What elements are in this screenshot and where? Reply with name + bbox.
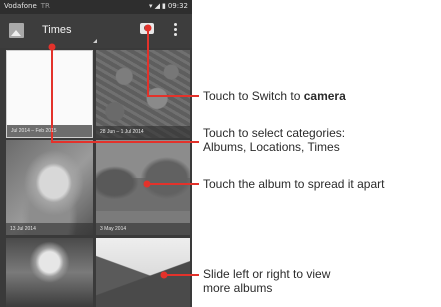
spread-callout-text: Touch the album to spread it apart: [203, 177, 385, 191]
slide-callout-line1: Slide left or right to view: [203, 267, 331, 281]
album-date-label: Jul 2014 – Feb 2015: [11, 128, 57, 134]
slide-callout: Slide left or right to view more albums: [203, 267, 330, 295]
spread-callout: Touch the album to spread it apart: [203, 177, 384, 191]
camera-callout-line: [147, 28, 199, 97]
album-date-label: 28 Jun – 1 Jul 2014: [100, 129, 144, 135]
camera-callout: Touch to Switch to camera: [203, 89, 346, 103]
slide-callout-line2: more albums: [203, 281, 273, 295]
camera-callout-text: Touch to Switch to: [203, 89, 304, 103]
album-date-label: 13 Jul 2014: [10, 226, 36, 232]
categories-callout: Touch to select categories: Albums, Loca…: [203, 126, 345, 154]
categories-callout-line1: Touch to select categories:: [203, 126, 346, 140]
categories-callout-line: [51, 47, 199, 143]
album-date-label: 3 May 2014: [100, 226, 127, 232]
categories-callout-line2: Albums, Locations, Times: [203, 140, 340, 154]
camera-callout-bold: camera: [303, 89, 346, 103]
